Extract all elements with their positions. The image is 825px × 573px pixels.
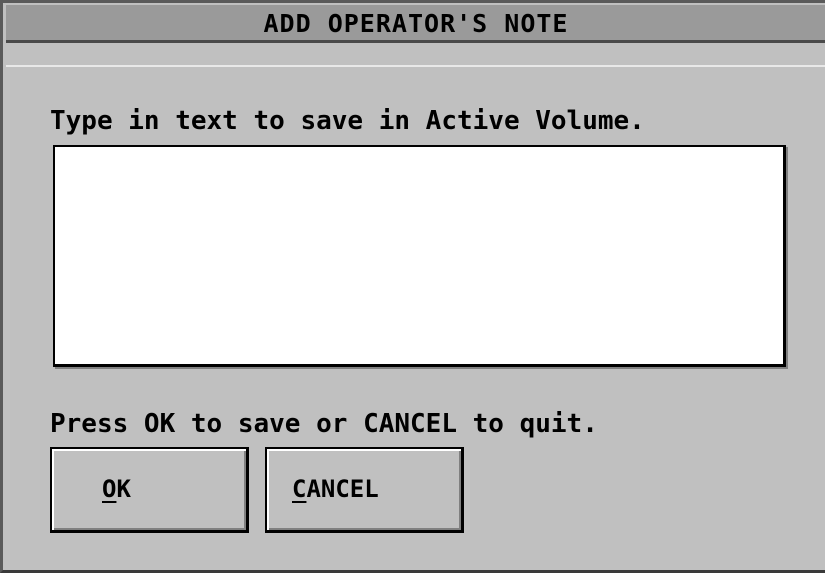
note-prompt-label: Type in text to save in Active Volume. — [50, 106, 645, 136]
ok-mnemonic: O — [102, 475, 117, 503]
operator-note-textarea[interactable] — [53, 145, 786, 367]
dialog-title: ADD OPERATOR'S NOTE — [263, 9, 569, 38]
cancel-mnemonic: C — [292, 475, 307, 503]
ok-button-label: OK — [102, 475, 131, 503]
cancel-label-rest: ANCEL — [306, 475, 379, 503]
cancel-button-label: CANCEL — [292, 475, 379, 503]
dialog-title-bar: ADD OPERATOR'S NOTE — [6, 5, 825, 43]
cancel-button[interactable]: CANCEL — [265, 447, 464, 533]
dialog-content: Type in text to save in Active Volume. P… — [6, 65, 825, 565]
ok-button[interactable]: OK — [50, 447, 249, 533]
add-operator-note-dialog: ADD OPERATOR'S NOTE Type in text to save… — [0, 0, 825, 573]
ok-label-rest: K — [116, 475, 131, 503]
instruction-label: Press OK to save or CANCEL to quit. — [50, 409, 598, 439]
